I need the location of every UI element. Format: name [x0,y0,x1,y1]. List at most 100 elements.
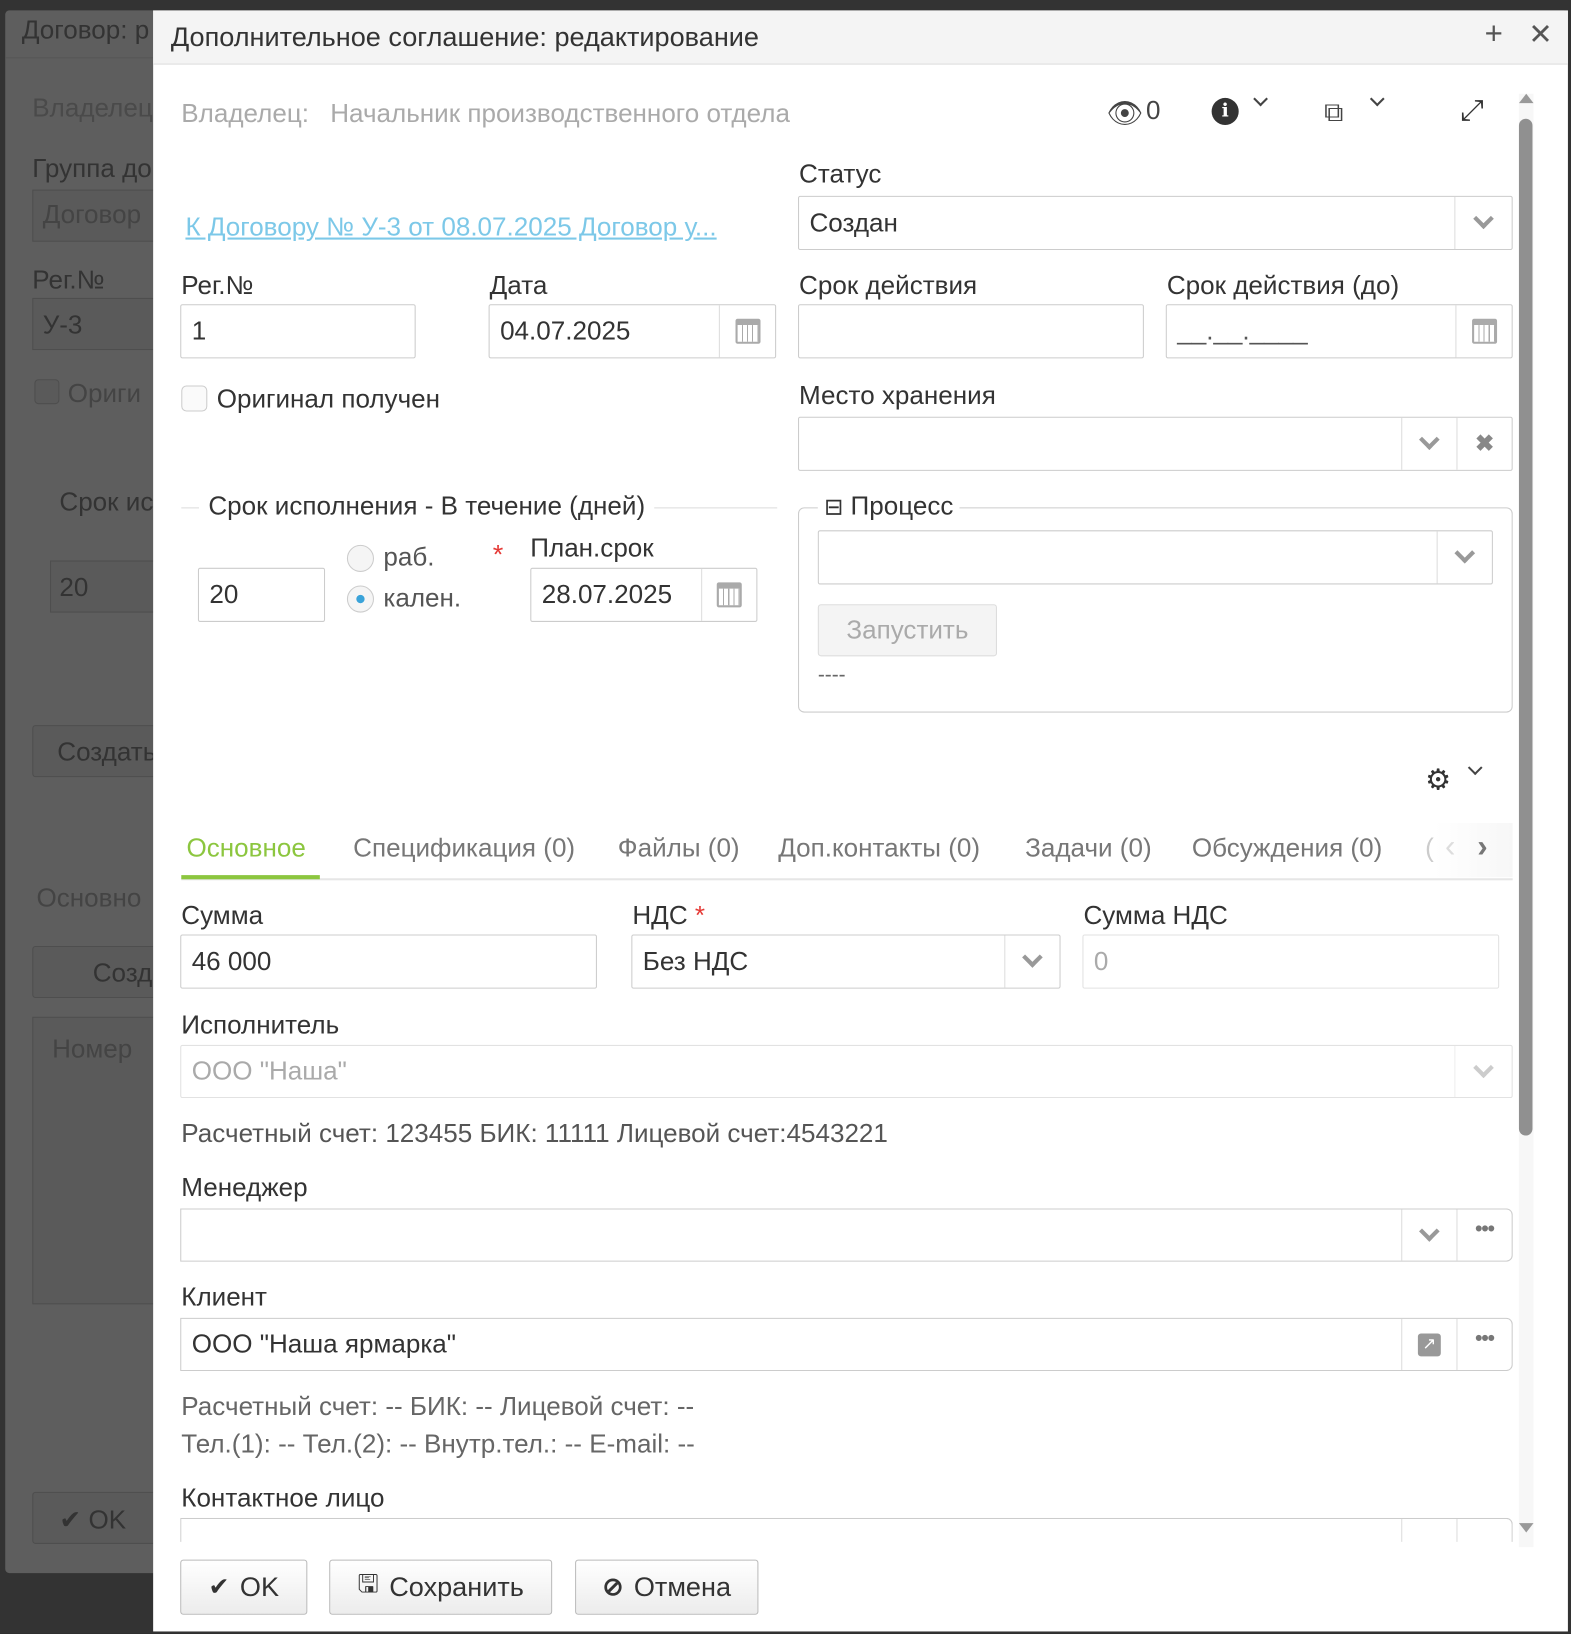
chevron-down-icon[interactable] [1454,196,1511,249]
tab-tasks[interactable]: Задачи (0) [1025,833,1152,863]
process-legend[interactable]: ⊟ Процесс [817,491,960,522]
active-tab-indicator [181,875,320,880]
vat-select[interactable]: Без НДС [631,934,1061,989]
reg-label: Рег.№ [181,270,254,301]
tabs-baseline [181,878,1513,881]
copy-icon[interactable]: ⧉ [1324,96,1343,129]
save-button[interactable]: 🖫 Сохранить [329,1559,553,1615]
required-icon: * [492,538,504,570]
expand-icon[interactable]: ⤢ [1461,94,1484,128]
contact-select[interactable] [180,1517,1513,1542]
tab-discussions[interactable]: Обсуждения (0) [1192,833,1382,863]
validity-to-label: Срок действия (до) [1166,270,1400,301]
tab-more[interactable]: ( [1425,833,1434,863]
bg-create: Создать [57,737,157,767]
validity-label: Срок действия [799,270,978,301]
bg-title: Договор: р [21,15,150,45]
plan-date-input[interactable]: 28.07.2025 [530,567,758,622]
status-label: Статус [799,159,882,189]
contact-label: Контактное лицо [181,1483,385,1513]
chevron-down-icon[interactable] [1253,91,1268,107]
bg-group-value: Договор [42,200,142,230]
storage-label: Место хранения [799,381,996,411]
chevron-down-icon[interactable] [1401,1209,1456,1261]
dialog: Дополнительное соглашение: редактировани… [153,10,1568,1632]
radio-working-days[interactable] [346,544,375,572]
pin-icon[interactable]: + [1485,17,1503,52]
tab-contacts[interactable]: Доп.контакты (0) [778,833,980,863]
status-select[interactable]: Создан [798,195,1513,251]
manager-label: Менеджер [181,1173,308,1203]
cancel-button[interactable]: ⊘ Отмена [575,1559,759,1615]
tab-specification[interactable]: Спецификация (0) [353,833,575,863]
execution-legend: Срок исполнения - В течение (дней) [198,491,655,522]
bg-reg-value: У-3 [42,310,83,340]
client-info-1: Расчетный счет: -- БИК: -- Лицевой счет:… [181,1391,695,1422]
executor-info: Расчетный счет: 123455 БИК: 11111 Лицево… [181,1118,888,1149]
sum-input[interactable]: 46 000 [180,934,597,989]
client-select[interactable]: ООО "Наша ярмарка" ↗ ••• [180,1317,1513,1372]
eye-icon[interactable]: 👁 [1106,96,1143,130]
bg-tab: Основно [36,883,142,913]
process-status: ---- [817,663,846,687]
tab-files[interactable]: Файлы (0) [618,833,740,863]
contact-select-clip [180,1517,1513,1542]
bg-reg-label: Рег.№ [32,265,105,295]
validity-to-input[interactable]: __.__.____ [1165,304,1513,359]
scroll-up-icon[interactable] [1518,93,1534,104]
ok-button[interactable]: ✔ OK [180,1559,308,1615]
bg-number-col: Номер [52,1034,133,1064]
tab-main[interactable]: Основное [186,833,305,863]
chevron-down-icon[interactable] [1436,531,1492,584]
scrollbar-thumb[interactable] [1518,118,1533,1136]
date-input[interactable]: 04.07.2025 [488,304,777,359]
original-received-checkbox[interactable] [181,385,208,412]
chevron-down-icon[interactable] [1401,417,1456,470]
date-label: Дата [489,270,548,301]
executor-select: ООО "Наша" [180,1044,1513,1099]
more-icon[interactable]: ••• [1456,1318,1511,1370]
tabs-scroll-left-icon[interactable]: ‹ [1445,829,1455,864]
collapse-icon: ⊟ [824,493,844,520]
save-icon: 🖫 [357,1569,379,1599]
manager-select[interactable]: ••• [180,1208,1513,1262]
close-icon[interactable]: ✕ [1528,17,1552,51]
bg-group-label: Группа до [32,154,152,184]
vat-label: НДС * [632,901,706,931]
chevron-down-icon[interactable] [1369,91,1385,107]
owner-label: Владелец: [181,98,309,129]
storage-select[interactable]: ✖ [798,416,1513,471]
bg-owner: Владелец [32,93,153,123]
bg-create-doc: Созд [92,958,153,988]
sum-label: Сумма [181,901,264,931]
gear-icon[interactable]: ⚙ [1425,763,1451,797]
open-link-icon[interactable]: ↗ [1401,1318,1456,1370]
calendar-icon[interactable] [701,568,756,621]
more-icon[interactable]: ••• [1456,1209,1511,1261]
scroll-down-icon[interactable] [1518,1523,1534,1533]
bg-ok: ✔ OK [59,1505,127,1535]
info-icon[interactable]: i [1211,97,1239,126]
reg-number-input[interactable]: 1 [180,304,416,359]
run-process-button[interactable]: Запустить [817,604,998,657]
tabs-scroll-right-icon[interactable]: › [1477,829,1487,864]
bg-original: Ориги [67,379,142,409]
calendar-icon[interactable] [1455,305,1511,358]
client-label: Клиент [181,1282,267,1312]
parent-contract-link[interactable]: К Договору № У-3 от 08.07.2025 Договор у… [185,213,716,243]
chevron-down-icon [1454,1045,1511,1098]
chevron-down-icon[interactable] [1004,935,1059,988]
executor-label: Исполнитель [181,1010,340,1040]
validity-input[interactable] [798,304,1144,359]
clear-icon[interactable]: ✖ [1456,417,1511,470]
dialog-titlebar: Дополнительное соглашение: редактировани… [153,10,1568,65]
process-select[interactable] [817,530,1493,585]
views-count: 0 [1145,95,1161,126]
check-icon: ✔ [208,1573,230,1602]
chevron-down-icon[interactable] [1467,760,1483,776]
execution-days-input[interactable]: 20 [197,567,326,622]
app-root: Договор: р Владелец Группа до Договор Ре… [0,0,1571,1634]
plan-date-label: План.срок [530,533,654,563]
calendar-icon[interactable] [718,305,775,358]
radio-calendar-days[interactable] [346,585,375,613]
